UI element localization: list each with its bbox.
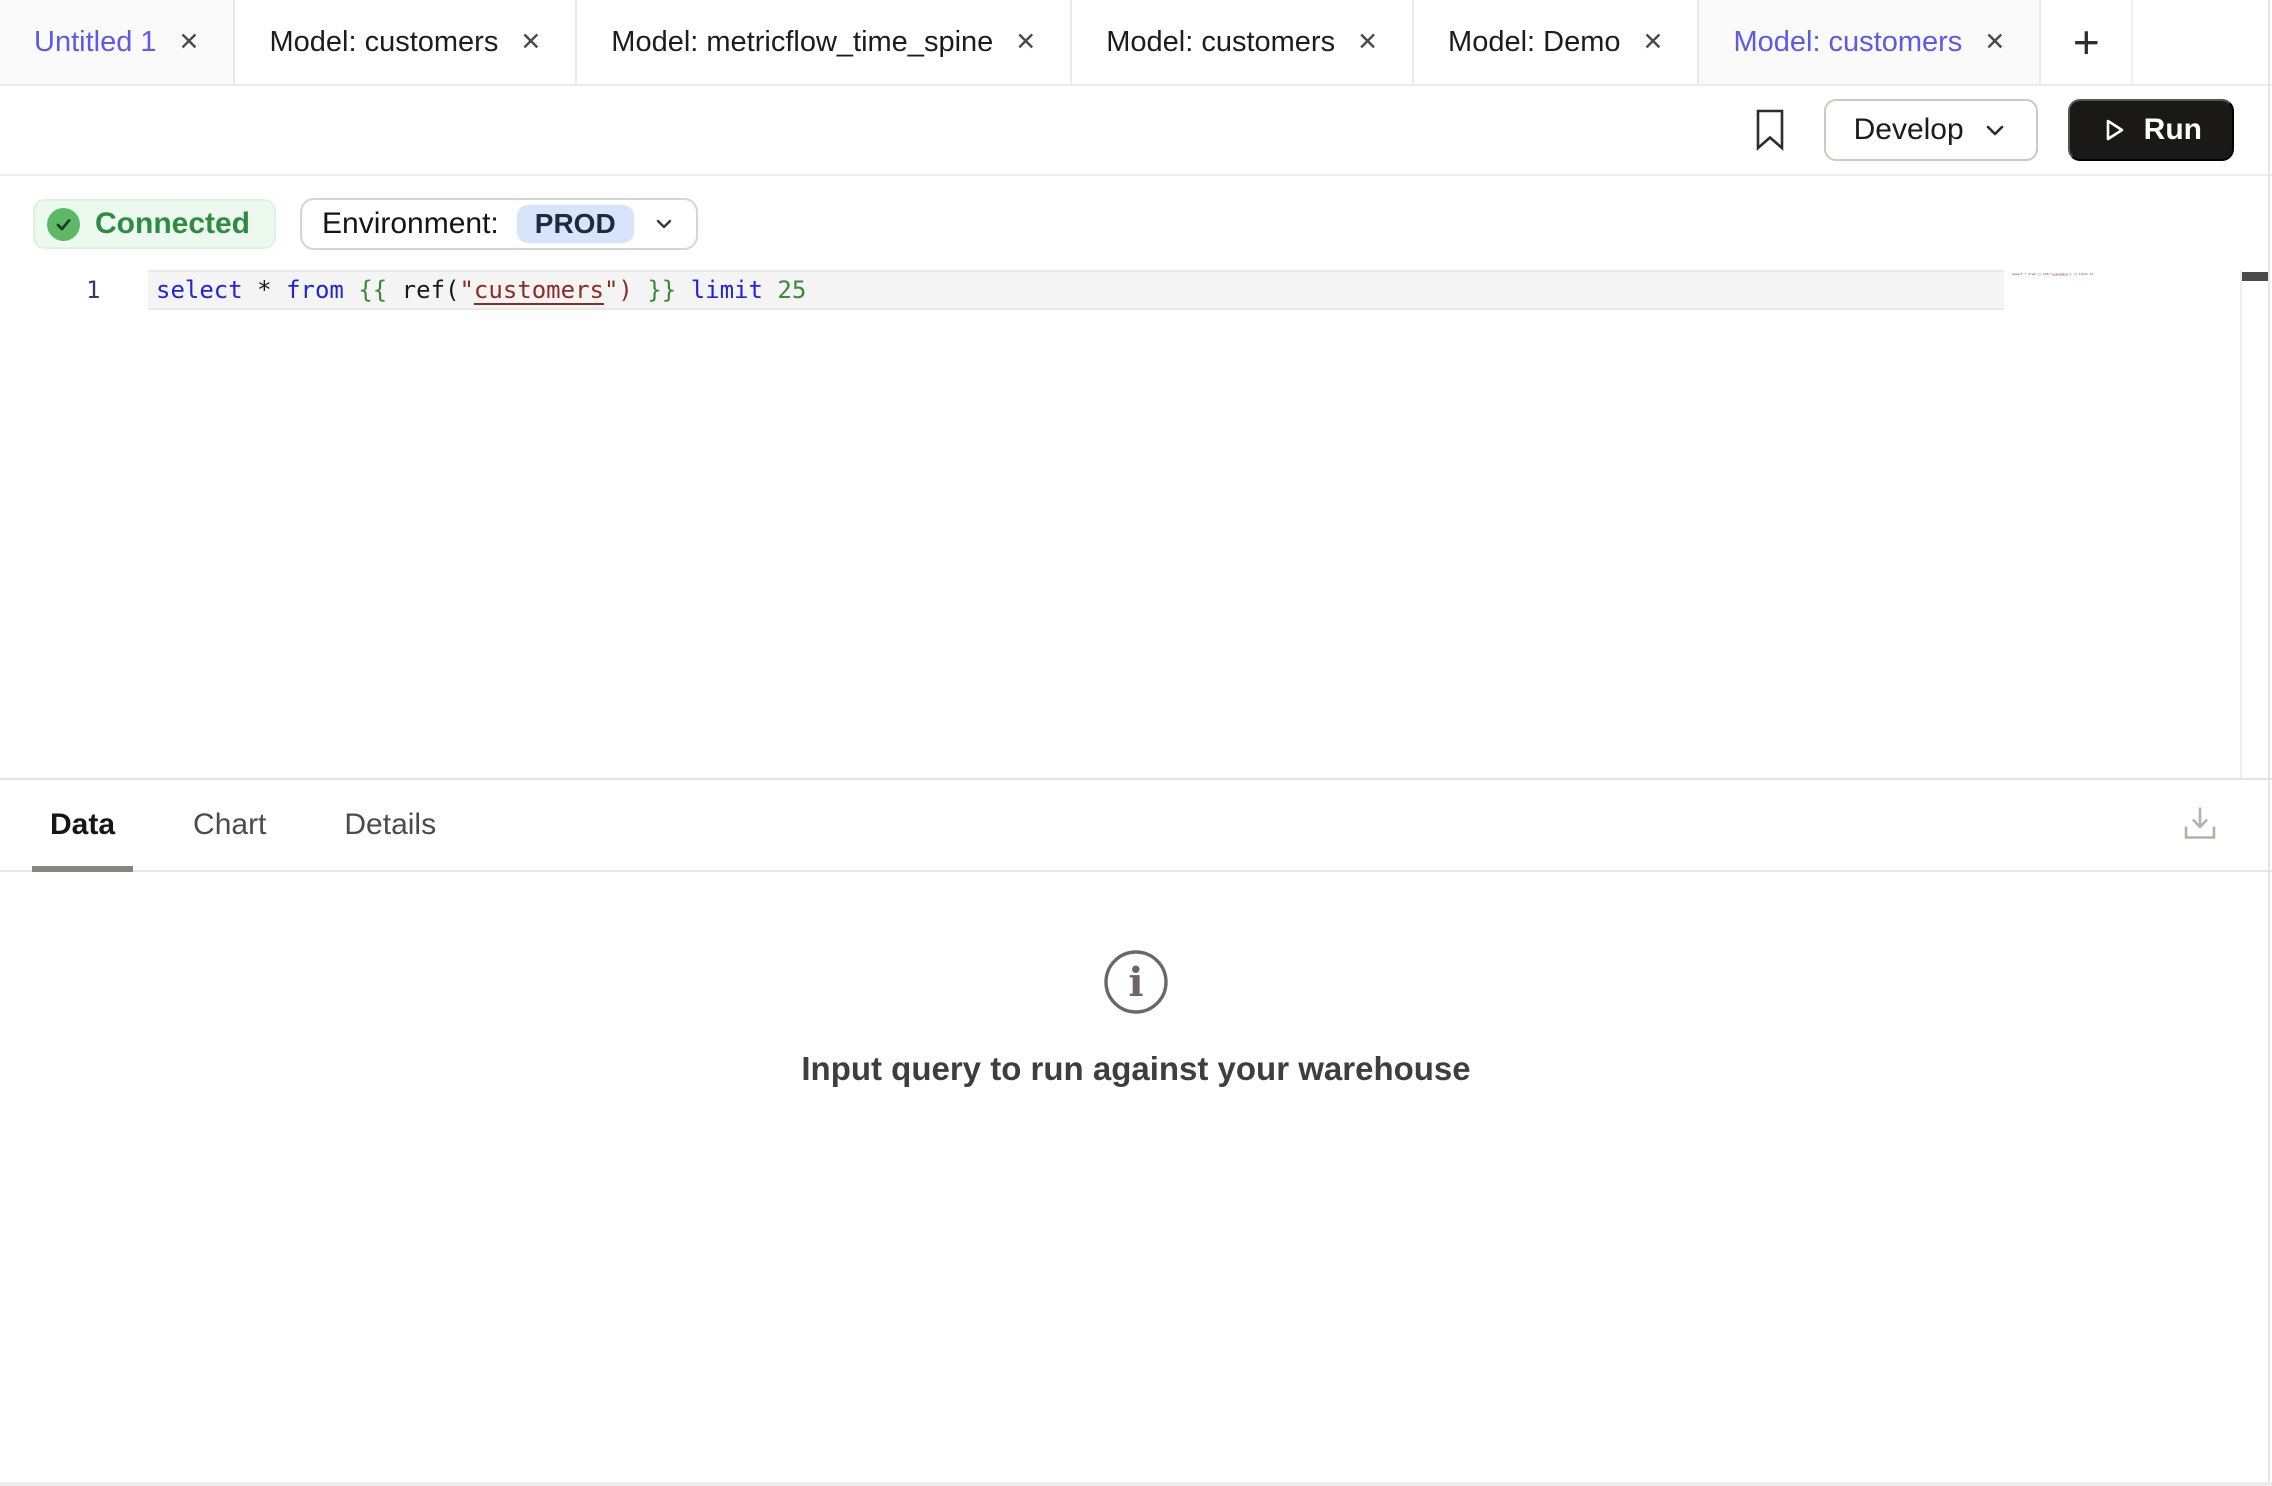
connected-check-circle xyxy=(47,208,80,241)
code-token: {{ xyxy=(358,276,387,304)
code-token: ref( xyxy=(2041,272,2050,276)
close-icon[interactable]: ✕ xyxy=(1015,30,1036,55)
close-icon[interactable]: ✕ xyxy=(179,30,200,55)
file-tab-2[interactable]: Model: customers ✕ xyxy=(235,0,577,84)
code-token: select xyxy=(2012,272,2023,276)
run-button-label: Run xyxy=(2144,113,2202,147)
code-token: 25 xyxy=(2090,272,2094,276)
play-icon xyxy=(2100,116,2128,144)
code-token: 25 xyxy=(777,276,806,304)
sql-editor: Connected Environment: PROD 1 select * f… xyxy=(0,176,2272,778)
file-tab-3[interactable]: Model: metricflow_time_spine ✕ xyxy=(577,0,1072,84)
code-token: ") xyxy=(604,276,633,304)
bookmark-button[interactable] xyxy=(1746,100,1794,160)
close-icon[interactable]: ✕ xyxy=(520,30,541,55)
tab-bar-spacer xyxy=(2133,0,2272,84)
editor-scrollbar-track xyxy=(2240,270,2242,778)
file-tab-label: Model: Demo xyxy=(1448,26,1620,59)
results-tab-bar: Data Chart Details xyxy=(0,780,2272,872)
file-tab-6[interactable]: Model: customers ✕ xyxy=(1699,0,2041,84)
code-token xyxy=(763,276,777,304)
code-token: from xyxy=(286,276,344,304)
results-empty-state: i Input query to run against your wareho… xyxy=(0,872,2272,1484)
code-token: customers xyxy=(474,276,604,304)
code-token: }} xyxy=(647,276,676,304)
info-icon: i xyxy=(1102,948,1170,1016)
close-icon[interactable]: ✕ xyxy=(1643,30,1664,55)
environment-label: Environment: xyxy=(322,207,499,241)
develop-button[interactable]: Develop xyxy=(1824,99,2038,161)
check-icon xyxy=(54,215,73,234)
empty-state-message: Input query to run against your warehous… xyxy=(0,1050,2272,1088)
download-icon xyxy=(2180,802,2220,844)
window-right-border xyxy=(2268,0,2270,1486)
file-tab-label: Model: customers xyxy=(1733,26,1962,59)
run-button[interactable]: Run xyxy=(2068,99,2234,161)
status-row: Connected Environment: PROD xyxy=(33,198,698,250)
results-tab-label: Details xyxy=(344,808,436,842)
chevron-down-icon xyxy=(652,212,676,236)
code-line[interactable]: select * from {{ ref("customers") }} lim… xyxy=(156,270,806,310)
close-icon[interactable]: ✕ xyxy=(1357,30,1378,55)
results-tab-label: Chart xyxy=(193,808,266,842)
svg-text:i: i xyxy=(1128,959,1143,1006)
plus-icon: + xyxy=(2073,15,2100,69)
code-token: * xyxy=(243,276,286,304)
minimap-line: select * from {{ ref("customers") }} lim… xyxy=(2012,272,2187,276)
results-tab-details[interactable]: Details xyxy=(326,780,454,870)
connection-status-badge: Connected xyxy=(33,199,276,249)
file-tab-4[interactable]: Model: customers ✕ xyxy=(1072,0,1414,84)
code-token xyxy=(676,276,690,304)
file-tab-label: Model: customers xyxy=(1106,26,1335,59)
ide-window: Untitled 1✕Model: customers✕Model: metri… xyxy=(0,0,2272,1486)
results-tab-label: Data xyxy=(50,808,115,842)
code-token xyxy=(633,276,647,304)
chevron-down-icon xyxy=(1982,117,2008,143)
code-token: select xyxy=(156,276,243,304)
line-number: 1 xyxy=(86,270,126,310)
window-bottom-border xyxy=(0,1482,2272,1486)
new-tab-button[interactable]: + xyxy=(2041,0,2133,84)
editor-scrollbar-thumb[interactable] xyxy=(2242,272,2268,281)
file-tab-1[interactable]: Untitled 1 ✕ xyxy=(0,0,235,84)
file-tab-label: Model: customers xyxy=(269,26,498,59)
close-icon[interactable]: ✕ xyxy=(1984,30,2005,55)
code-token: " xyxy=(459,276,473,304)
editor-tab-bar: Untitled 1✕Model: customers✕Model: metri… xyxy=(0,0,2272,86)
environment-selector[interactable]: Environment: PROD xyxy=(300,198,698,250)
develop-button-label: Develop xyxy=(1854,113,1964,147)
bookmark-icon xyxy=(1753,108,1787,152)
code-token xyxy=(344,276,358,304)
code-token: from xyxy=(2028,272,2035,276)
code-token: limit xyxy=(691,276,763,304)
results-tab-chart[interactable]: Chart xyxy=(175,780,284,870)
download-button[interactable] xyxy=(2180,802,2220,849)
file-tab-label: Untitled 1 xyxy=(34,26,157,59)
file-tab-5[interactable]: Model: Demo ✕ xyxy=(1414,0,1699,84)
results-tab-data[interactable]: Data xyxy=(32,780,133,870)
environment-value-chip: PROD xyxy=(517,205,634,243)
code-token: limit xyxy=(2079,272,2088,276)
code-token: customers xyxy=(2052,272,2068,276)
code-token: ref( xyxy=(387,276,459,304)
file-tab-label: Model: metricflow_time_spine xyxy=(611,26,993,59)
connected-label: Connected xyxy=(95,207,250,241)
toolbar: Develop Run xyxy=(0,86,2272,176)
